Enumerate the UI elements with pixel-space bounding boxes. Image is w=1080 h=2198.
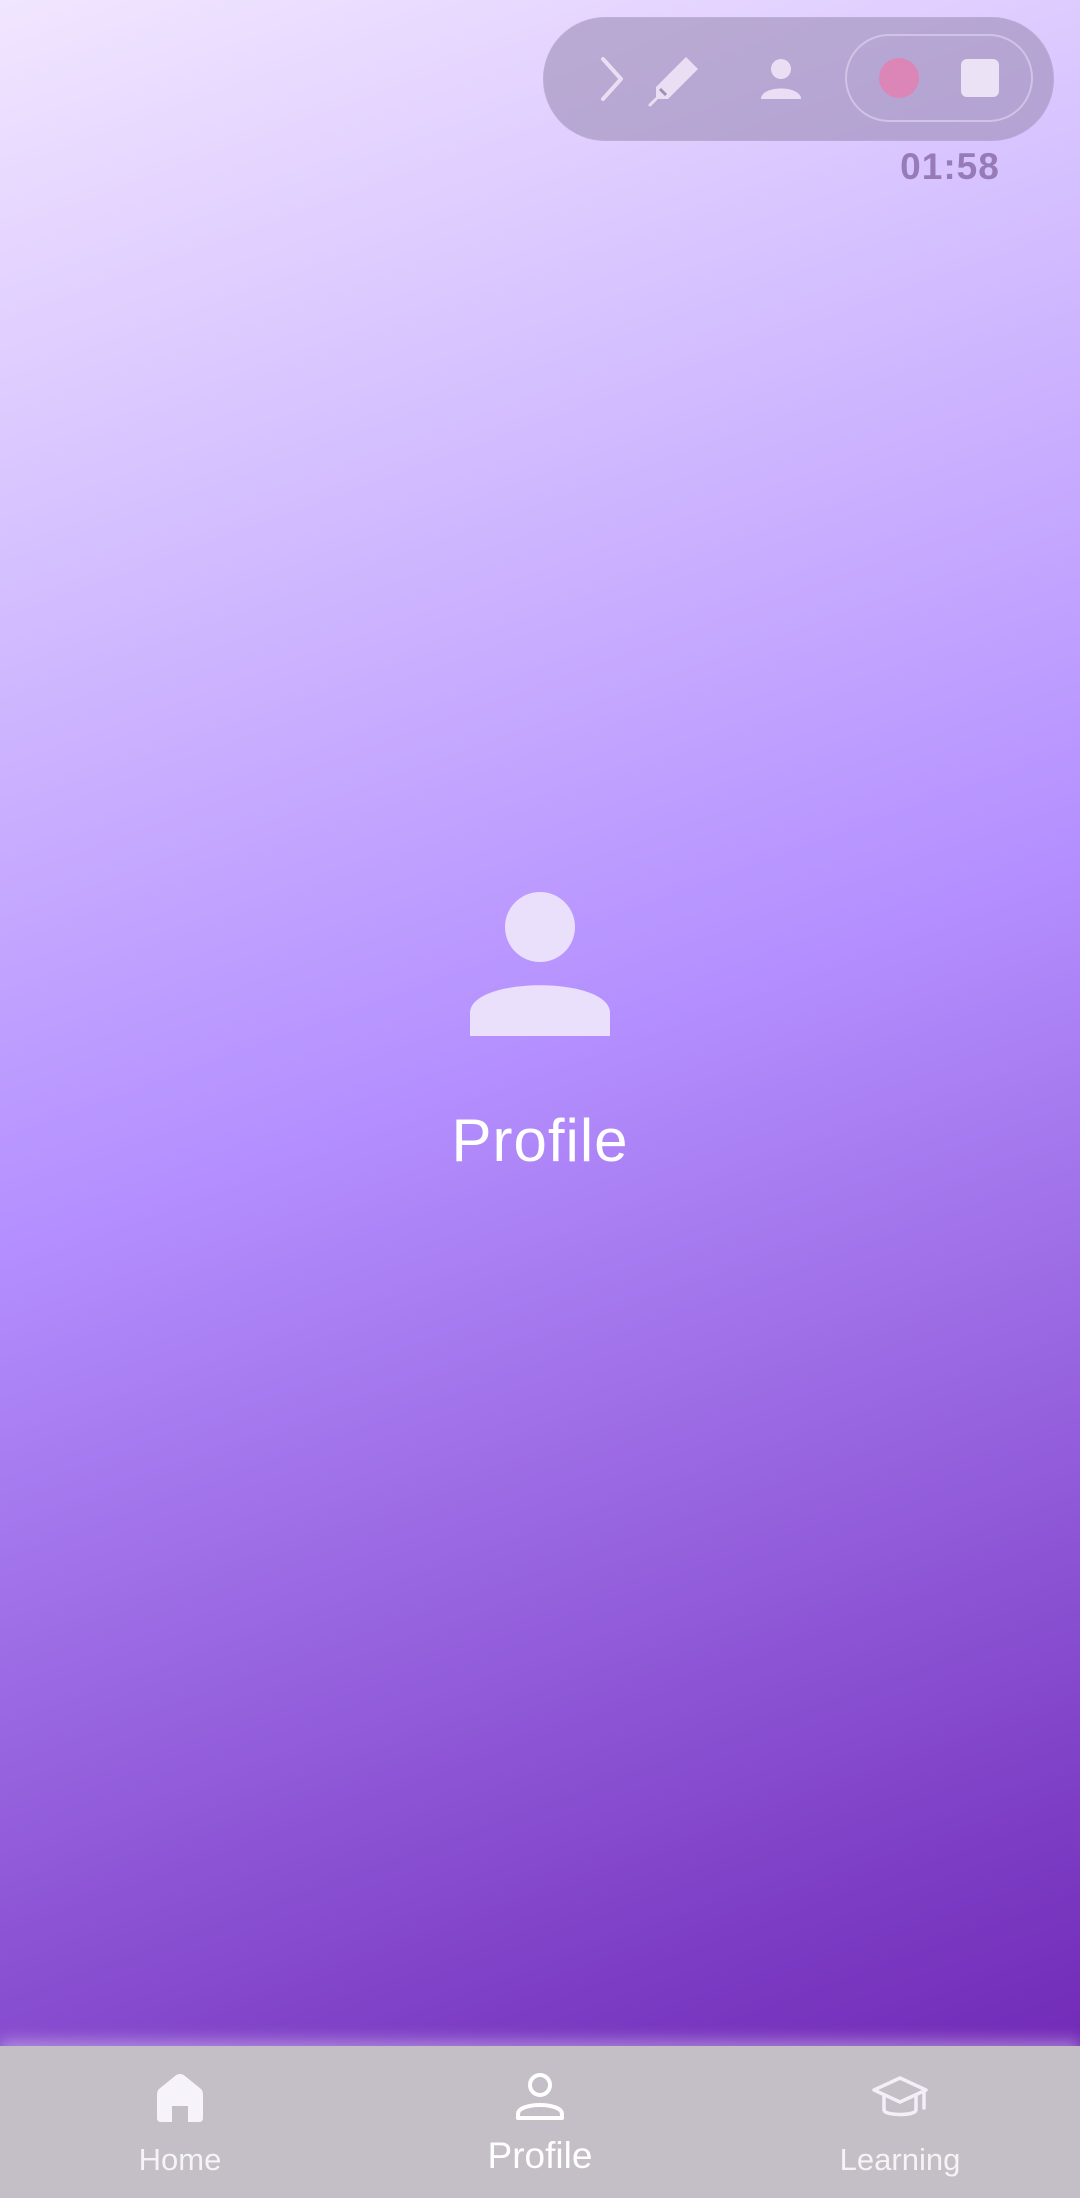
nav-label-profile: Profile bbox=[487, 2135, 593, 2176]
recording-timer: 01:58 bbox=[900, 146, 1000, 187]
record-controls bbox=[845, 34, 1033, 122]
graduation-cap-icon bbox=[870, 2068, 930, 2128]
pencil-icon[interactable] bbox=[646, 49, 706, 109]
record-button[interactable] bbox=[879, 58, 919, 98]
nav-label-home: Home bbox=[138, 2142, 222, 2177]
person-icon[interactable] bbox=[753, 51, 809, 107]
stop-button[interactable] bbox=[961, 59, 999, 97]
page-title: Profile bbox=[451, 1107, 629, 1174]
nav-item-home[interactable]: Home bbox=[30, 2046, 330, 2198]
nav-item-learning[interactable]: Learning bbox=[750, 2046, 1050, 2198]
app-screen: 01:58 Profile Home Profile Learning bbox=[0, 0, 1080, 2198]
home-icon bbox=[150, 2068, 210, 2128]
nav-label-learning: Learning bbox=[839, 2142, 961, 2177]
person-icon bbox=[467, 890, 613, 1036]
nav-item-profile[interactable]: Profile bbox=[390, 2046, 690, 2198]
person-outline-icon bbox=[510, 2068, 570, 2128]
recorder-toolbar bbox=[543, 17, 1054, 141]
chevron-right-icon[interactable] bbox=[583, 51, 639, 107]
bottom-navigation: Home Profile Learning bbox=[0, 2046, 1080, 2198]
